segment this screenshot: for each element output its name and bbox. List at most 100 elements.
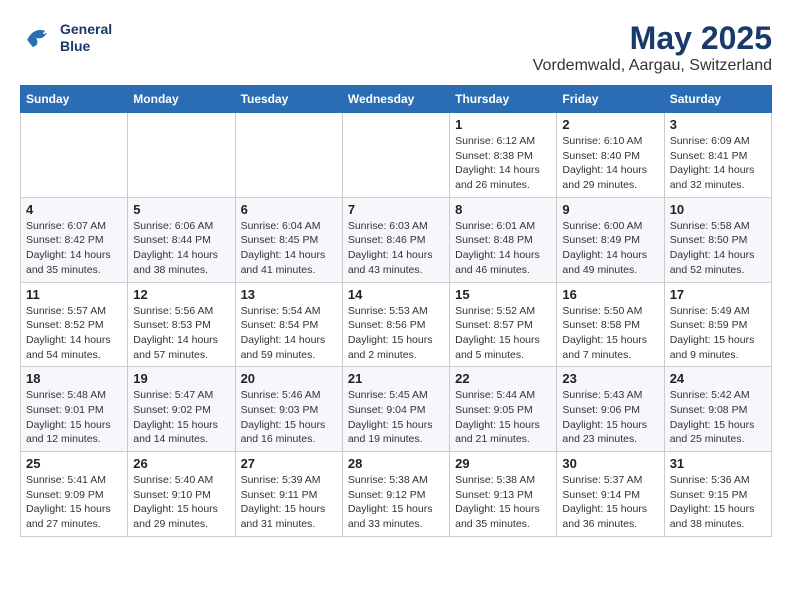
calendar-cell: 24Sunrise: 5:42 AM Sunset: 9:08 PM Dayli… bbox=[664, 367, 771, 452]
day-number: 7 bbox=[348, 202, 444, 217]
day-info: Sunrise: 5:52 AM Sunset: 8:57 PM Dayligh… bbox=[455, 304, 551, 363]
calendar-cell: 4 Sunrise: 6:07 AM Sunset: 8:42 PM Daylig… bbox=[21, 197, 128, 282]
calendar-cell: 20Sunrise: 5:46 AM Sunset: 9:03 PM Dayli… bbox=[235, 367, 342, 452]
calendar-cell: 25 Sunrise: 5:41 AM Sunset: 9:09 PM Dayli… bbox=[21, 452, 128, 537]
day-info: Sunrise: 5:57 AM Sunset: 8:52 PM Dayligh… bbox=[26, 304, 122, 363]
weekday-header: Wednesday bbox=[342, 86, 449, 113]
day-info: Sunrise: 6:09 AM Sunset: 8:41 PM Dayligh… bbox=[670, 134, 766, 193]
calendar-cell: 27 Sunrise: 5:39 AM Sunset: 9:11 PM Dayli… bbox=[235, 452, 342, 537]
calendar-cell: 17 Sunrise: 5:49 AM Sunset: 8:59 PM Dayli… bbox=[664, 282, 771, 367]
day-number: 4 bbox=[26, 202, 122, 217]
day-info: Sunrise: 6:01 AM Sunset: 8:48 PM Dayligh… bbox=[455, 219, 551, 278]
day-info: Sunrise: 5:37 AM Sunset: 9:14 PM Dayligh… bbox=[562, 473, 658, 532]
day-info: Sunrise: 6:12 AM Sunset: 8:38 PM Dayligh… bbox=[455, 134, 551, 193]
day-number: 5 bbox=[133, 202, 229, 217]
day-number: 25 bbox=[26, 456, 122, 471]
day-number: 2 bbox=[562, 117, 658, 132]
day-number: 31 bbox=[670, 456, 766, 471]
day-info: Sunrise: 5:58 AM Sunset: 8:50 PM Dayligh… bbox=[670, 219, 766, 278]
calendar-cell: 21 Sunrise: 5:45 AM Sunset: 9:04 PM Dayli… bbox=[342, 367, 449, 452]
day-number: 15 bbox=[455, 287, 551, 302]
day-info: Sunrise: 6:07 AM Sunset: 8:42 PM Dayligh… bbox=[26, 219, 122, 278]
calendar-cell: 30 Sunrise: 5:37 AM Sunset: 9:14 PM Dayli… bbox=[557, 452, 664, 537]
day-number: 21 bbox=[348, 371, 444, 386]
day-number: 10 bbox=[670, 202, 766, 217]
logo-text: General Blue bbox=[60, 21, 112, 55]
calendar-cell: 3 Sunrise: 6:09 AM Sunset: 8:41 PM Daylig… bbox=[664, 113, 771, 198]
day-info: Sunrise: 5:39 AM Sunset: 9:11 PM Dayligh… bbox=[241, 473, 337, 532]
weekday-header: Monday bbox=[128, 86, 235, 113]
calendar-cell: 11 Sunrise: 5:57 AM Sunset: 8:52 PM Dayli… bbox=[21, 282, 128, 367]
calendar-cell: 8 Sunrise: 6:01 AM Sunset: 8:48 PM Daylig… bbox=[450, 197, 557, 282]
page-header: General Blue May 2025 Vordemwald, Aargau… bbox=[20, 20, 772, 75]
day-number: 18 bbox=[26, 371, 122, 386]
calendar-cell: 9 Sunrise: 6:00 AM Sunset: 8:49 PM Daylig… bbox=[557, 197, 664, 282]
calendar-cell: 5Sunrise: 6:06 AM Sunset: 8:44 PM Daylig… bbox=[128, 197, 235, 282]
weekday-header: Thursday bbox=[450, 86, 557, 113]
day-info: Sunrise: 5:40 AM Sunset: 9:10 PM Dayligh… bbox=[133, 473, 229, 532]
day-info: Sunrise: 5:56 AM Sunset: 8:53 PM Dayligh… bbox=[133, 304, 229, 363]
day-info: Sunrise: 5:42 AM Sunset: 9:08 PM Dayligh… bbox=[670, 388, 766, 447]
day-info: Sunrise: 5:38 AM Sunset: 9:12 PM Dayligh… bbox=[348, 473, 444, 532]
logo: General Blue bbox=[20, 20, 112, 56]
calendar-cell: 13 Sunrise: 5:54 AM Sunset: 8:54 PM Dayli… bbox=[235, 282, 342, 367]
calendar-cell: 26 Sunrise: 5:40 AM Sunset: 9:10 PM Dayli… bbox=[128, 452, 235, 537]
day-info: Sunrise: 5:48 AM Sunset: 9:01 PM Dayligh… bbox=[26, 388, 122, 447]
day-info: Sunrise: 5:45 AM Sunset: 9:04 PM Dayligh… bbox=[348, 388, 444, 447]
calendar-cell: 18 Sunrise: 5:48 AM Sunset: 9:01 PM Dayli… bbox=[21, 367, 128, 452]
day-info: Sunrise: 5:38 AM Sunset: 9:13 PM Dayligh… bbox=[455, 473, 551, 532]
calendar-cell bbox=[128, 113, 235, 198]
calendar-cell: 19 Sunrise: 5:47 AM Sunset: 9:02 PM Dayli… bbox=[128, 367, 235, 452]
day-info: Sunrise: 5:49 AM Sunset: 8:59 PM Dayligh… bbox=[670, 304, 766, 363]
calendar-cell: 29 Sunrise: 5:38 AM Sunset: 9:13 PM Dayli… bbox=[450, 452, 557, 537]
title-block: May 2025 Vordemwald, Aargau, Switzerland bbox=[533, 20, 772, 75]
calendar-cell: 15 Sunrise: 5:52 AM Sunset: 8:57 PM Dayli… bbox=[450, 282, 557, 367]
calendar-cell bbox=[342, 113, 449, 198]
calendar-cell: 16 Sunrise: 5:50 AM Sunset: 8:58 PM Dayli… bbox=[557, 282, 664, 367]
calendar-cell: 31 Sunrise: 5:36 AM Sunset: 9:15 PM Dayli… bbox=[664, 452, 771, 537]
day-number: 19 bbox=[133, 371, 229, 386]
day-number: 30 bbox=[562, 456, 658, 471]
day-info: Sunrise: 6:00 AM Sunset: 8:49 PM Dayligh… bbox=[562, 219, 658, 278]
day-info: Sunrise: 5:50 AM Sunset: 8:58 PM Dayligh… bbox=[562, 304, 658, 363]
day-number: 1 bbox=[455, 117, 551, 132]
day-info: Sunrise: 5:36 AM Sunset: 9:15 PM Dayligh… bbox=[670, 473, 766, 532]
day-info: Sunrise: 5:41 AM Sunset: 9:09 PM Dayligh… bbox=[26, 473, 122, 532]
day-number: 9 bbox=[562, 202, 658, 217]
day-number: 26 bbox=[133, 456, 229, 471]
day-number: 16 bbox=[562, 287, 658, 302]
calendar-cell: 22 Sunrise: 5:44 AM Sunset: 9:05 PM Dayli… bbox=[450, 367, 557, 452]
day-number: 29 bbox=[455, 456, 551, 471]
day-number: 3 bbox=[670, 117, 766, 132]
day-number: 8 bbox=[455, 202, 551, 217]
calendar-table: SundayMondayTuesdayWednesdayThursdayFrid… bbox=[20, 85, 772, 537]
day-number: 12 bbox=[133, 287, 229, 302]
day-number: 14 bbox=[348, 287, 444, 302]
day-info: Sunrise: 5:53 AM Sunset: 8:56 PM Dayligh… bbox=[348, 304, 444, 363]
day-info: Sunrise: 5:46 AM Sunset: 9:03 PM Dayligh… bbox=[241, 388, 337, 447]
calendar-cell bbox=[21, 113, 128, 198]
calendar-cell: 14 Sunrise: 5:53 AM Sunset: 8:56 PM Dayli… bbox=[342, 282, 449, 367]
day-number: 22 bbox=[455, 371, 551, 386]
calendar-cell: 23Sunrise: 5:43 AM Sunset: 9:06 PM Dayli… bbox=[557, 367, 664, 452]
day-info: Sunrise: 5:54 AM Sunset: 8:54 PM Dayligh… bbox=[241, 304, 337, 363]
weekday-header: Friday bbox=[557, 86, 664, 113]
calendar-cell: 10 Sunrise: 5:58 AM Sunset: 8:50 PM Dayli… bbox=[664, 197, 771, 282]
calendar-cell: 2 Sunrise: 6:10 AM Sunset: 8:40 PM Daylig… bbox=[557, 113, 664, 198]
day-number: 28 bbox=[348, 456, 444, 471]
calendar-cell: 6Sunrise: 6:04 AM Sunset: 8:45 PM Daylig… bbox=[235, 197, 342, 282]
day-info: Sunrise: 5:43 AM Sunset: 9:06 PM Dayligh… bbox=[562, 388, 658, 447]
day-info: Sunrise: 5:47 AM Sunset: 9:02 PM Dayligh… bbox=[133, 388, 229, 447]
day-number: 17 bbox=[670, 287, 766, 302]
day-number: 27 bbox=[241, 456, 337, 471]
weekday-header: Saturday bbox=[664, 86, 771, 113]
calendar-cell: 1 Sunrise: 6:12 AM Sunset: 8:38 PM Daylig… bbox=[450, 113, 557, 198]
day-number: 13 bbox=[241, 287, 337, 302]
page-title: May 2025 bbox=[533, 20, 772, 57]
day-info: Sunrise: 6:10 AM Sunset: 8:40 PM Dayligh… bbox=[562, 134, 658, 193]
weekday-header: Tuesday bbox=[235, 86, 342, 113]
day-info: Sunrise: 6:04 AM Sunset: 8:45 PM Dayligh… bbox=[241, 219, 337, 278]
day-number: 11 bbox=[26, 287, 122, 302]
calendar-cell: 28 Sunrise: 5:38 AM Sunset: 9:12 PM Dayli… bbox=[342, 452, 449, 537]
day-info: Sunrise: 5:44 AM Sunset: 9:05 PM Dayligh… bbox=[455, 388, 551, 447]
